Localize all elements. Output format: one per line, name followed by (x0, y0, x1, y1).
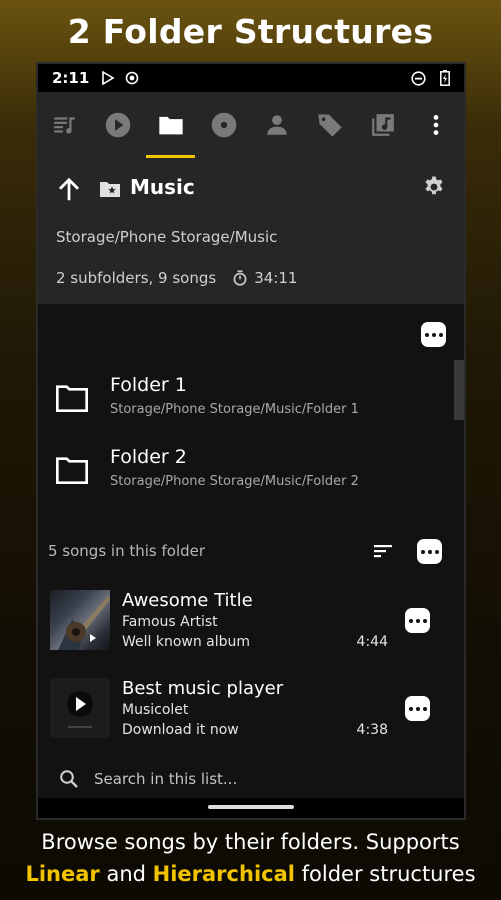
caption-and: and (99, 862, 153, 886)
album-art (50, 678, 110, 738)
status-time: 2:11 (52, 69, 90, 87)
search-bar (38, 760, 464, 802)
sort-icon[interactable] (372, 540, 394, 562)
folder-duration: 34:11 (254, 269, 298, 287)
record-icon (126, 71, 139, 85)
folder-summary: 2 subfolders, 9 songs (56, 269, 217, 287)
tab-overflow[interactable] (409, 92, 462, 158)
songs-more-button[interactable] (417, 539, 442, 564)
song-title: Awesome Title (122, 590, 253, 611)
song-row-2[interactable]: Best music player Musicolet Download it … (38, 678, 464, 762)
play-store-icon (102, 71, 115, 85)
folder-content: Folder 1 Storage/Phone Storage/Music/Fol… (38, 304, 464, 802)
folder-icon (158, 116, 183, 135)
caption-line-1: Browse songs by their folders. Supports (41, 830, 460, 854)
musicolet-logo-icon (67, 691, 93, 728)
tab-bar (38, 92, 464, 158)
battery-charging-icon (440, 70, 450, 86)
promo-title: 2 Folder Structures (67, 12, 434, 51)
tab-genres[interactable] (303, 92, 356, 158)
folder-title: Music (130, 175, 195, 199)
song-duration: 4:38 (356, 722, 388, 738)
folder-row-path: Storage/Phone Storage/Music/Folder 2 (110, 474, 359, 489)
caption-linear: Linear (25, 862, 100, 886)
song-title: Best music player (122, 678, 284, 699)
tab-now-playing[interactable] (91, 92, 144, 158)
home-gesture-pill[interactable] (208, 805, 294, 809)
folder-list-more-button[interactable] (421, 322, 446, 347)
song-artist: Famous Artist (122, 614, 218, 630)
do-not-disturb-icon (411, 70, 426, 86)
phone-screen: 2:11 Music Storage/Phone Storage/Music 2… (36, 62, 466, 820)
gear-icon[interactable] (422, 175, 446, 199)
more-vert-icon (433, 115, 438, 135)
navigation-bar (38, 798, 464, 818)
song-album: Well known album (122, 634, 251, 650)
folder-path: Storage/Phone Storage/Music (56, 228, 278, 246)
tab-artists[interactable] (250, 92, 303, 158)
folder-row-path: Storage/Phone Storage/Music/Folder 1 (110, 402, 359, 417)
song-more-button[interactable] (405, 608, 430, 633)
folder-row-1[interactable]: Folder 1 Storage/Phone Storage/Music/Fol… (38, 368, 464, 428)
folder-star-icon (100, 182, 120, 197)
play-circle-icon (105, 112, 130, 138)
folder-name: Folder 2 (110, 446, 187, 468)
songs-header: 5 songs in this folder (38, 532, 464, 572)
person-icon (266, 115, 287, 135)
folder-outline-icon (56, 385, 88, 412)
search-input[interactable] (94, 764, 394, 794)
timer-icon (233, 270, 247, 286)
search-icon (60, 770, 78, 788)
caption-line-2: Linear and Hierarchical folder structure… (0, 862, 501, 886)
caption-end: folder structures (294, 862, 476, 886)
caption-hierarchical: Hierarchical (152, 862, 295, 886)
tab-albums[interactable] (197, 92, 250, 158)
song-artist: Musicolet (122, 702, 189, 718)
tab-playlists[interactable] (356, 92, 409, 158)
album-icon (211, 112, 236, 138)
tab-folders[interactable] (144, 92, 197, 158)
song-row-1[interactable]: Awesome Title Famous Artist Well known a… (38, 590, 464, 674)
queue-icon (53, 117, 75, 134)
song-duration: 4:44 (356, 634, 388, 650)
songs-count: 5 songs in this folder (48, 542, 206, 560)
song-album: Download it now (122, 722, 239, 738)
playlist-icon (371, 114, 394, 136)
arrow-up-icon[interactable] (54, 174, 84, 204)
tab-queue[interactable] (38, 92, 91, 158)
folder-header: Music Storage/Phone Storage/Music 2 subf… (38, 158, 464, 304)
song-more-button[interactable] (405, 696, 430, 721)
album-art (50, 590, 110, 650)
folder-name: Folder 1 (110, 374, 187, 396)
status-bar: 2:11 (38, 64, 464, 92)
folder-row-2[interactable]: Folder 2 Storage/Phone Storage/Music/Fol… (38, 440, 464, 500)
folder-stats: 2 subfolders, 9 songs 34:11 (56, 269, 297, 287)
tag-icon (317, 114, 342, 137)
folder-outline-icon (56, 457, 88, 484)
guitar-art-icon (58, 596, 110, 650)
